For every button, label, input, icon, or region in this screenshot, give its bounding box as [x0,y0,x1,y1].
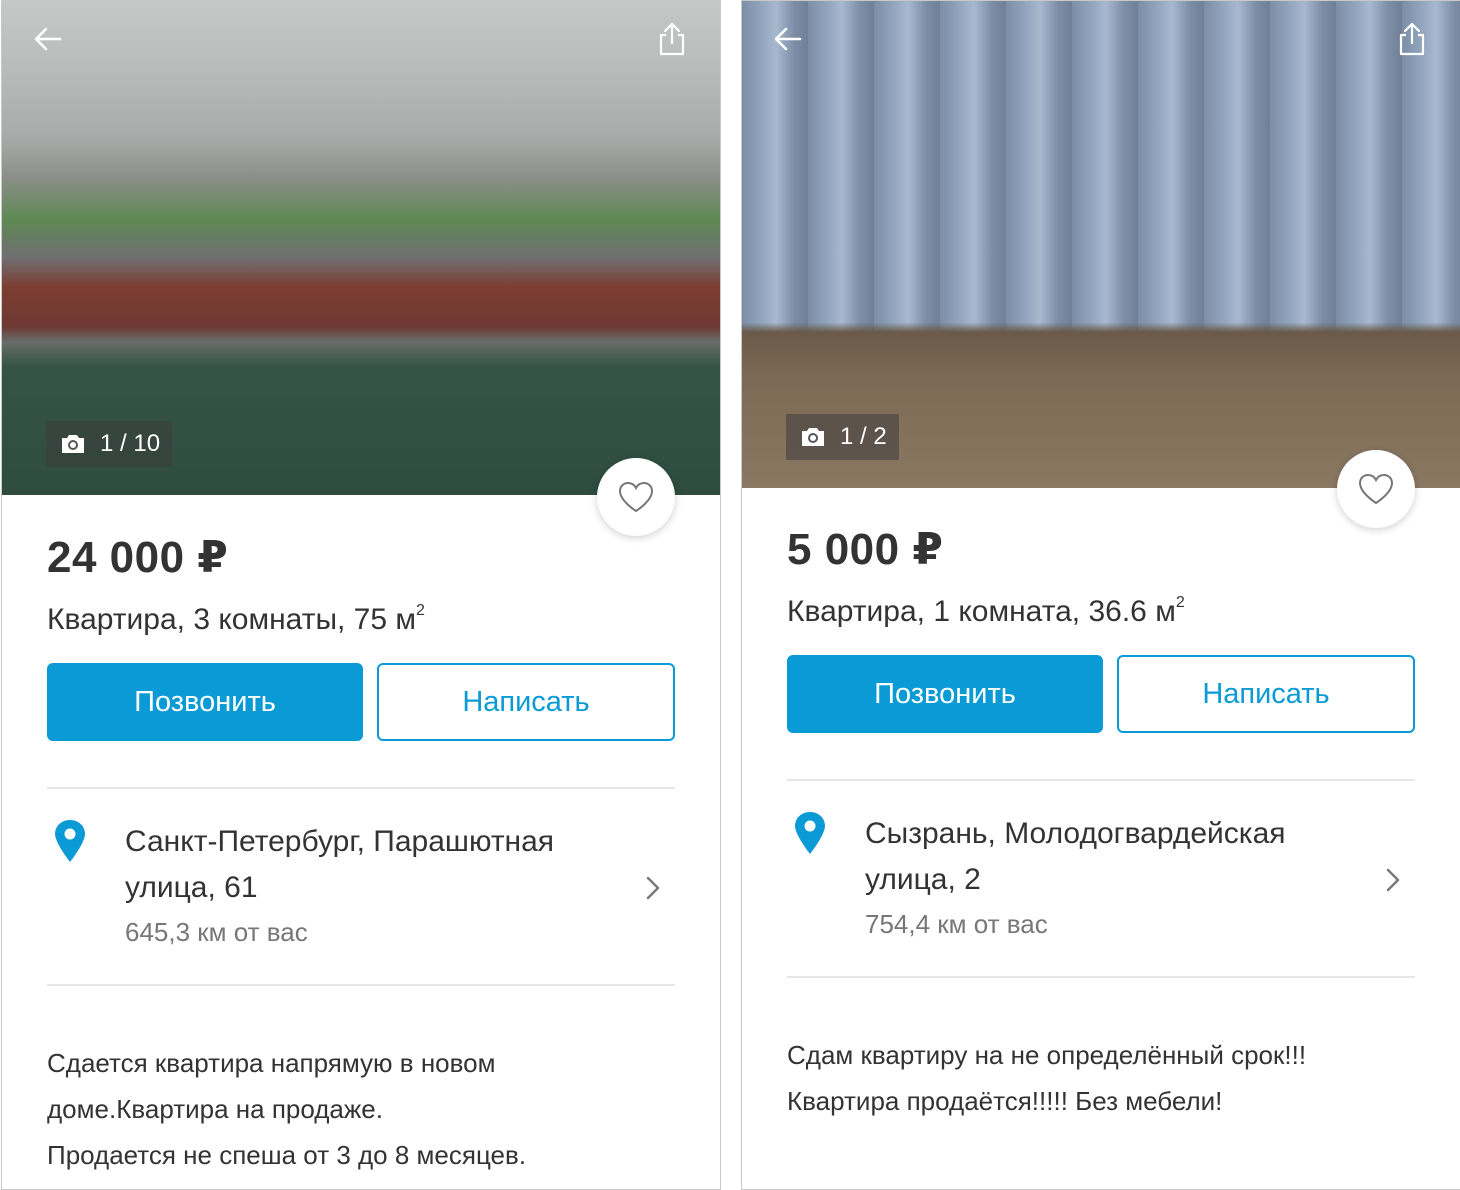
listing-photo[interactable]: 1 / 10 [2,1,720,495]
distance-text: 645,3 км от вас [125,917,308,947]
photo-counter: 1 / 2 [786,414,899,460]
description-line: Сдается квартира напрямую в новом [47,1048,496,1078]
map-pin-icon [795,812,825,854]
action-buttons: Позвонить Написать [787,655,1415,733]
description-line: Продается не спеша от 3 до 8 месяцев. [47,1140,527,1170]
address-line-2: улица, 2 [865,863,981,896]
area-unit-superscript: 2 [1175,594,1185,611]
chevron-right-icon [1386,868,1400,892]
chevron-right-icon [646,876,660,900]
heart-icon [1358,473,1394,505]
listing-title: Квартира, 1 комната, 36.6 м2 [787,581,1415,628]
listing-card: 1 / 10 24 000 ₽ Квартира, 3 комнаты, 75 … [1,0,721,1190]
address-line-1: Сызрань, Молодогвардейская [865,817,1286,850]
listing-title-text: Квартира, 1 комната, 36.6 м [787,595,1176,628]
price: 24 000 ₽ [47,533,229,582]
arrow-left-icon [774,27,802,51]
description: Сдается квартира напрямую в новом доме.К… [47,1040,675,1178]
call-button[interactable]: Позвонить [47,663,363,741]
description-line: Квартира продаётся!!!!! Без мебели! [787,1086,1223,1116]
listing-content: 24 000 ₽ Квартира, 3 комнаты, 75 м2 Позв… [47,531,675,1178]
share-icon [659,22,685,56]
photo-counter-text: 1 / 2 [840,423,887,450]
listing-card: 1 / 2 5 000 ₽ Квартира, 1 комната, 36.6 … [741,0,1460,1190]
distance-text: 754,4 км от вас [865,909,1048,939]
address-line-2: улица, 61 [125,871,258,904]
arrow-left-icon [34,27,62,51]
share-icon [1399,22,1425,56]
camera-icon [802,428,824,446]
share-button[interactable] [650,17,694,61]
back-button[interactable] [766,17,810,61]
divider [47,984,675,986]
listing-title: Квартира, 3 комнаты, 75 м2 [47,589,675,636]
heart-icon [618,481,654,513]
photo-counter: 1 / 10 [46,421,173,467]
back-button[interactable] [26,17,70,61]
write-button[interactable]: Написать [1117,655,1415,733]
address-text: Санкт-Петербург, Парашютная улица, 61 [125,819,595,911]
area-unit-superscript: 2 [416,602,425,619]
listing-title-text: Квартира, 3 комнаты, 75 м [47,603,417,636]
divider [787,976,1415,978]
photo-counter-text: 1 / 10 [100,430,161,457]
description: Сдам квартиру на не определённый срок!!!… [787,1032,1415,1124]
favorite-button[interactable] [1337,450,1415,528]
address-text: Сызрань, Молодогвардейская улица, 2 [865,811,1335,903]
map-pin-icon [55,820,85,862]
address-line-1: Санкт-Петербург, Парашютная [125,825,555,858]
share-button[interactable] [1390,17,1434,61]
favorite-button[interactable] [597,458,675,536]
price: 5 000 ₽ [787,525,944,574]
description-line: Сдам квартиру на не определённый срок!!! [787,1040,1307,1070]
write-button[interactable]: Написать [377,663,675,741]
action-buttons: Позвонить Написать [47,663,675,741]
address-row[interactable]: Санкт-Петербург, Парашютная улица, 61 64… [47,789,675,984]
listing-photo[interactable]: 1 / 2 [742,1,1460,488]
address-row[interactable]: Сызрань, Молодогвардейская улица, 2 754,… [787,781,1415,976]
call-button[interactable]: Позвонить [787,655,1103,733]
description-line: доме.Квартира на продаже. [47,1094,383,1124]
listing-content: 5 000 ₽ Квартира, 1 комната, 36.6 м2 Поз… [787,523,1415,1124]
camera-icon [62,435,84,453]
